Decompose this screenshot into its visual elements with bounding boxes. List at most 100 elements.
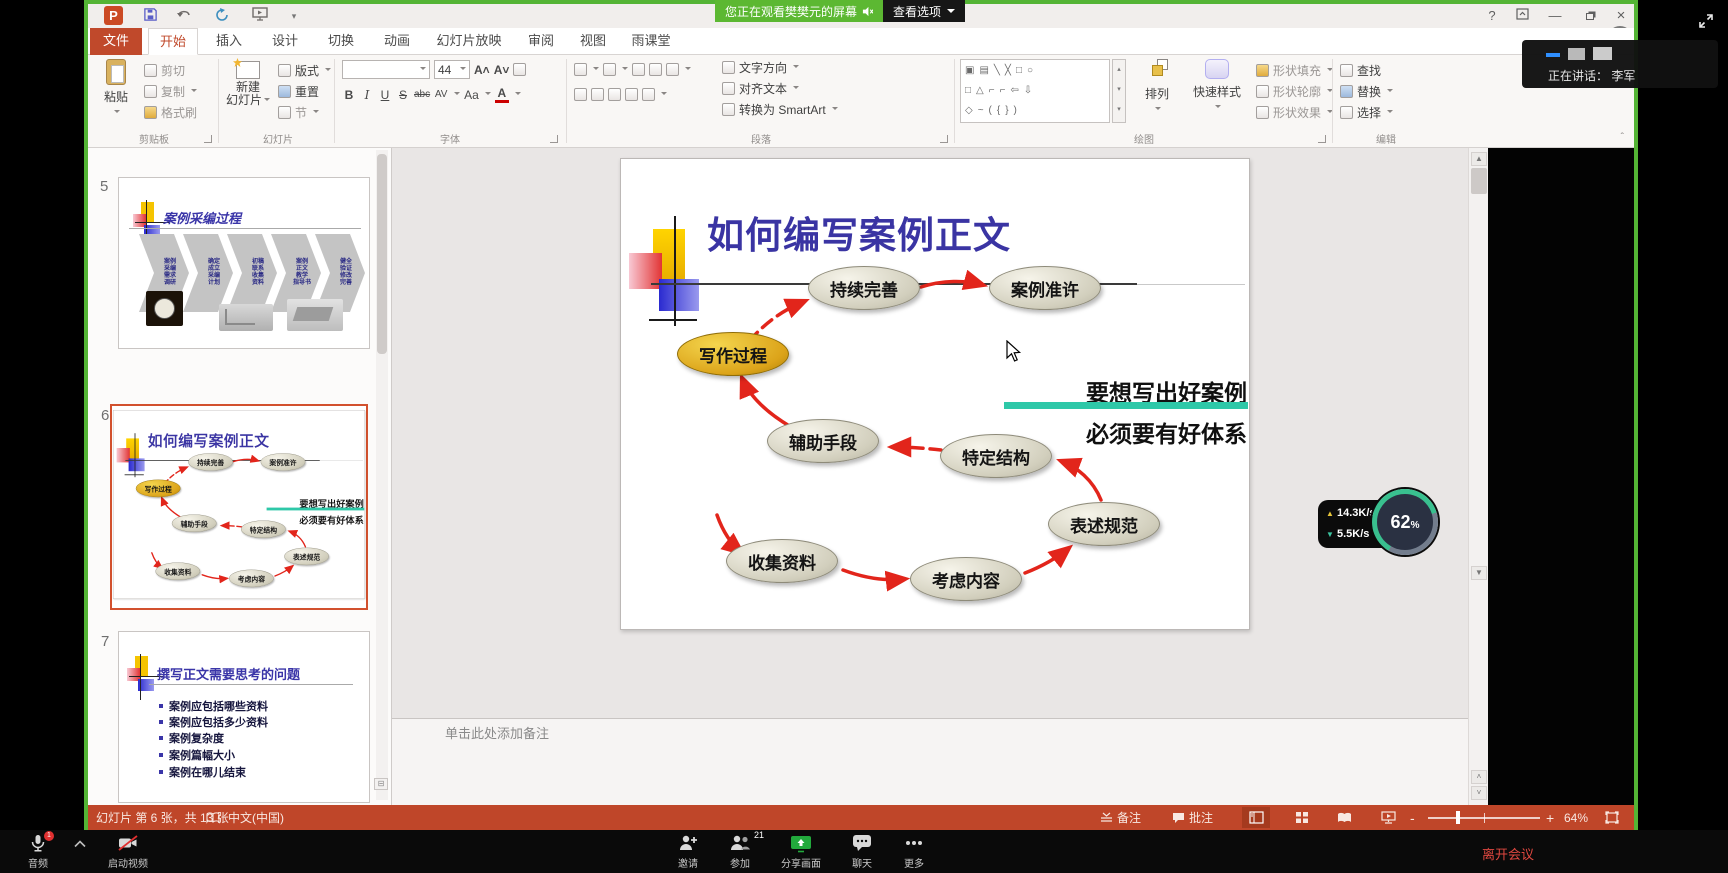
layout-button[interactable]: 版式 bbox=[278, 61, 331, 80]
node-auxiliary-means[interactable]: 辅助手段 bbox=[767, 419, 879, 463]
comments-toggle[interactable]: 批注 bbox=[1172, 805, 1213, 830]
shape-outline-button[interactable]: 形状轮廓 bbox=[1256, 82, 1333, 101]
zoom-slider-thumb[interactable] bbox=[1456, 811, 1460, 824]
increase-indent-icon[interactable] bbox=[649, 63, 662, 76]
minimize-button[interactable]: — bbox=[1544, 7, 1566, 25]
shape-gallery[interactable]: ▣▤╲╳□○ □△⌐⌐⇦⇩ ◇~({}) bbox=[960, 59, 1110, 123]
line-spacing-icon[interactable] bbox=[666, 63, 679, 76]
reset-button[interactable]: 重置 bbox=[278, 82, 319, 101]
bold-button[interactable]: B bbox=[342, 88, 356, 102]
copy-button[interactable]: 复制 bbox=[144, 82, 197, 101]
save-icon[interactable] bbox=[140, 7, 160, 25]
view-options-button[interactable]: 查看选项 bbox=[883, 0, 965, 22]
clipboard-dialog-launcher[interactable] bbox=[204, 135, 212, 143]
reading-view-button[interactable] bbox=[1330, 807, 1358, 828]
node-expression-standard[interactable]: 表述规范 bbox=[1048, 502, 1160, 546]
slide-thumbnail-5[interactable]: 案例采编过程 案例采编需求调研 确定成立采编计划 初稿联系收集资料 案例正文教学… bbox=[118, 177, 370, 349]
character-spacing-button[interactable]: AV bbox=[434, 89, 448, 100]
zoom-percentage[interactable]: 64% bbox=[1564, 805, 1588, 830]
slide-thumbnail-7[interactable]: 撰写正文需要思考的问题 案例应包括哪些资料 案例应包括多少资料 案例复杂度 案例… bbox=[118, 631, 370, 803]
next-slide-icon[interactable]: ˅ bbox=[1471, 786, 1487, 800]
shape-effects-button[interactable]: 形状效果 bbox=[1256, 103, 1333, 122]
numbering-icon[interactable] bbox=[603, 63, 616, 76]
participants-button[interactable]: 参加 21 bbox=[716, 833, 764, 870]
chat-button[interactable]: 聊天 bbox=[838, 833, 886, 870]
tab-slideshow[interactable]: 幻灯片放映 bbox=[426, 28, 512, 55]
collapse-ribbon-icon[interactable]: ˆ bbox=[1621, 132, 1624, 143]
node-writing-process[interactable]: 写作过程 bbox=[677, 332, 789, 376]
font-name-combo[interactable] bbox=[342, 60, 430, 79]
node-continuous-improvement[interactable]: 持续完善 bbox=[188, 453, 233, 471]
qat-customize-icon[interactable]: ▾ bbox=[284, 7, 304, 25]
align-center-icon[interactable] bbox=[591, 88, 604, 101]
find-button[interactable]: 查找 bbox=[1340, 61, 1381, 80]
shape-gallery-scroll[interactable]: ▴▾▾ bbox=[1112, 59, 1126, 123]
thumbnail-scrollbar-thumb[interactable] bbox=[377, 154, 387, 354]
node-auxiliary-means[interactable]: 辅助手段 bbox=[172, 514, 217, 532]
start-video-button[interactable]: 启动视频 bbox=[100, 833, 156, 870]
zoom-in-button[interactable]: + bbox=[1546, 805, 1554, 830]
align-right-icon[interactable] bbox=[608, 88, 621, 101]
audio-options-chevron[interactable] bbox=[70, 840, 90, 848]
tab-animations[interactable]: 动画 bbox=[374, 28, 420, 55]
editor-scrollbar[interactable]: ▲ ▼ ˄ ˅ bbox=[1468, 148, 1488, 805]
invite-button[interactable]: 邀请 bbox=[664, 833, 712, 870]
language-indicator[interactable]: 中文(中国) bbox=[228, 805, 284, 830]
strikethrough-button[interactable]: S bbox=[396, 88, 410, 102]
new-slide-button[interactable]: 新建幻灯片 bbox=[222, 59, 274, 107]
node-case-approval[interactable]: 案例准许 bbox=[989, 266, 1101, 310]
panel-restore-button[interactable] bbox=[1568, 48, 1585, 60]
slide-canvas[interactable]: 如何编写案例正文 持续完善 案例准许 写作 bbox=[620, 158, 1250, 630]
columns-icon[interactable] bbox=[642, 88, 655, 101]
grow-font-button[interactable]: A˄ bbox=[474, 63, 490, 77]
justify-icon[interactable] bbox=[625, 88, 638, 101]
scroll-down-icon[interactable]: ▼ bbox=[1471, 566, 1487, 580]
tab-design[interactable]: 设计 bbox=[262, 28, 308, 55]
notes-pane[interactable] bbox=[392, 719, 1468, 805]
node-writing-process[interactable]: 写作过程 bbox=[136, 480, 181, 498]
paste-button[interactable]: 粘贴 bbox=[94, 59, 138, 119]
paragraph-dialog-launcher[interactable] bbox=[940, 135, 948, 143]
quick-styles-button[interactable]: 快速样式 bbox=[1186, 59, 1248, 114]
tab-view[interactable]: 视图 bbox=[570, 28, 616, 55]
previous-slide-icon[interactable]: ˄ bbox=[1471, 770, 1487, 784]
leave-meeting-button[interactable]: 离开会议 bbox=[1482, 844, 1534, 863]
tab-transitions[interactable]: 切换 bbox=[318, 28, 364, 55]
scroll-up-icon[interactable]: ▲ bbox=[1471, 152, 1487, 166]
help-icon[interactable]: ? bbox=[1481, 7, 1503, 25]
powerpoint-logo-icon[interactable]: P bbox=[104, 6, 123, 25]
pane-splitter-icon[interactable]: ⊟ bbox=[374, 778, 388, 790]
node-consider-content[interactable]: 考虑内容 bbox=[910, 557, 1022, 601]
scrollbar-thumb[interactable] bbox=[1471, 168, 1487, 194]
slide-thumbnail-6-selected[interactable]: 如何编写案例正文 持续完善 案例准许 写作 bbox=[110, 404, 368, 610]
align-left-icon[interactable] bbox=[574, 88, 587, 101]
cut-button[interactable]: 剪切 bbox=[144, 61, 185, 80]
font-size-combo[interactable]: 44 bbox=[434, 60, 470, 79]
node-case-approval[interactable]: 案例准许 bbox=[261, 453, 306, 471]
close-button[interactable]: × bbox=[1610, 7, 1632, 25]
slide-canvas-mini[interactable]: 如何编写案例正文 持续完善 案例准许 写作 bbox=[113, 410, 365, 599]
decrease-indent-icon[interactable] bbox=[632, 63, 645, 76]
restore-button[interactable] bbox=[1579, 7, 1601, 25]
tab-insert[interactable]: 插入 bbox=[206, 28, 252, 55]
panel-maximize-button[interactable] bbox=[1593, 47, 1612, 60]
start-slideshow-icon[interactable] bbox=[250, 7, 270, 25]
bullets-icon[interactable] bbox=[574, 63, 587, 76]
underline-button[interactable]: U bbox=[378, 88, 392, 102]
fit-to-window-icon[interactable] bbox=[1598, 807, 1626, 828]
node-consider-content[interactable]: 考虑内容 bbox=[229, 570, 274, 588]
zoom-out-button[interactable]: - bbox=[1410, 805, 1415, 830]
spellcheck-icon[interactable] bbox=[206, 805, 220, 830]
tab-home[interactable]: 开始 bbox=[148, 28, 198, 55]
arrange-button[interactable]: 排列 bbox=[1134, 59, 1180, 116]
notes-placeholder[interactable]: 单击此处添加备注 bbox=[445, 723, 549, 742]
select-button[interactable]: 选择 bbox=[1340, 103, 1393, 122]
node-collect-materials[interactable]: 收集资料 bbox=[726, 539, 838, 583]
node-continuous-improvement[interactable]: 持续完善 bbox=[808, 266, 920, 310]
shape-fill-button[interactable]: 形状填充 bbox=[1256, 61, 1333, 80]
ribbon-display-options-icon[interactable] bbox=[1511, 7, 1533, 25]
share-screen-button[interactable]: 分享画面 bbox=[772, 833, 830, 870]
slide-sorter-view-button[interactable] bbox=[1288, 807, 1316, 828]
replace-button[interactable]: 替换 bbox=[1340, 82, 1393, 101]
font-dialog-launcher[interactable] bbox=[550, 135, 558, 143]
